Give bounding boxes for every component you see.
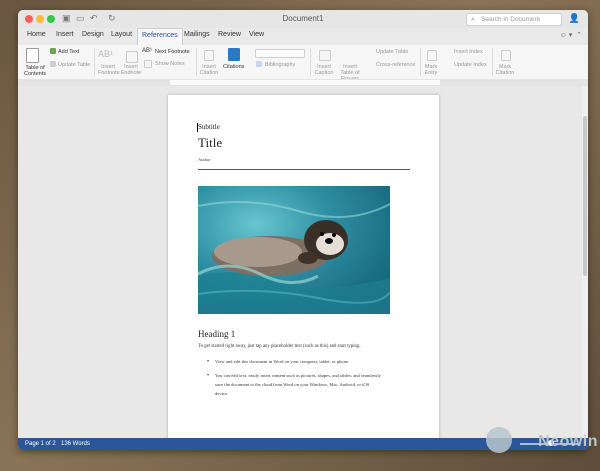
title-text[interactable]: Title bbox=[198, 135, 222, 151]
next-footnote-icon: AB¹ bbox=[142, 48, 153, 54]
bullet-item-2[interactable]: You can edit text; easily insert content… bbox=[215, 371, 381, 380]
bullet-icon: • bbox=[207, 359, 210, 365]
citations-icon bbox=[228, 48, 240, 61]
ribbon-tabs: Home Insert Design Layout References Mai… bbox=[18, 28, 588, 46]
bibliography-button[interactable]: Bibliography bbox=[265, 62, 295, 68]
insert-footnote-button[interactable]: Insert Footnote bbox=[98, 64, 120, 76]
search-input[interactable]: ⌕ Search in Document bbox=[466, 13, 562, 26]
mark-entry-button[interactable]: Mark Entry bbox=[423, 64, 439, 76]
tab-insert[interactable]: Insert bbox=[56, 31, 74, 38]
add-text-button[interactable]: Add Text bbox=[58, 49, 79, 55]
table-of-contents-button[interactable]: Table of Contents bbox=[22, 65, 48, 77]
vertical-scrollbar[interactable] bbox=[582, 86, 588, 438]
search-placeholder: Search in Document bbox=[481, 16, 540, 23]
ribbon-separator bbox=[310, 48, 311, 76]
body-paragraph[interactable]: To get started right away, just tap any … bbox=[198, 344, 361, 349]
smiley-icon[interactable]: ☺ ▾ ⌃ bbox=[560, 31, 582, 39]
tab-review[interactable]: Review bbox=[218, 31, 241, 38]
update-table-figures-button[interactable]: Update Table bbox=[376, 49, 408, 55]
tab-mailings[interactable]: Mailings bbox=[184, 31, 210, 38]
subtitle-text[interactable]: Subtitle bbox=[198, 123, 220, 131]
ribbon-separator bbox=[196, 48, 197, 76]
cross-reference-button[interactable]: Cross-reference bbox=[376, 62, 415, 68]
horizontal-ruler[interactable] bbox=[18, 79, 588, 86]
tab-references[interactable]: References bbox=[137, 28, 183, 45]
author-text[interactable]: Author bbox=[198, 157, 211, 162]
bullet-icon: • bbox=[207, 373, 210, 379]
insert-caption-button[interactable]: Insert Caption bbox=[314, 64, 334, 76]
ribbon-references: Table of Contents Add Text Update Table … bbox=[18, 45, 588, 82]
document-canvas[interactable]: Subtitle Title Author Heading 1 To get s… bbox=[18, 86, 582, 438]
add-text-icon bbox=[50, 48, 56, 54]
next-footnote-button[interactable]: Next Footnote bbox=[155, 49, 190, 55]
word-window: ▣ ▭ ↶ ↻ Document1 ⌕ Search in Document 👤… bbox=[18, 10, 588, 450]
footnote-icon: AB¹ bbox=[98, 49, 114, 59]
heading-1[interactable]: Heading 1 bbox=[198, 329, 235, 339]
mark-citation-icon bbox=[501, 50, 511, 61]
bullet-item-2-line-2[interactable]: save the document to the cloud from Word… bbox=[215, 380, 369, 389]
tab-view[interactable]: View bbox=[249, 31, 264, 38]
watermark-text: Neowin bbox=[538, 433, 598, 450]
search-icon: ⌕ bbox=[471, 16, 475, 23]
style-select[interactable] bbox=[255, 49, 305, 58]
mark-citation-button[interactable]: Mark Citation bbox=[495, 64, 515, 76]
insert-caption-icon bbox=[319, 50, 331, 61]
scrollbar-thumb[interactable] bbox=[583, 116, 587, 276]
page-count[interactable]: Page 1 of 2 bbox=[25, 441, 56, 447]
insert-citation-icon bbox=[204, 50, 214, 61]
show-notes-button[interactable]: Show Notes bbox=[155, 61, 185, 67]
update-table-button[interactable]: Update Table bbox=[58, 62, 90, 68]
sea-otter-illustration bbox=[198, 201, 390, 314]
endnote-icon bbox=[126, 51, 138, 63]
tab-design[interactable]: Design bbox=[82, 31, 104, 38]
ribbon-separator bbox=[94, 48, 95, 76]
bibliography-icon bbox=[256, 61, 262, 67]
title-bar: ▣ ▭ ↶ ↻ Document1 ⌕ Search in Document 👤 bbox=[18, 10, 588, 28]
ribbon-separator bbox=[420, 48, 421, 76]
citations-button[interactable]: Citations bbox=[223, 64, 244, 70]
ribbon-separator bbox=[492, 48, 493, 76]
insert-index-button[interactable]: Insert Index bbox=[454, 49, 483, 55]
tab-layout[interactable]: Layout bbox=[111, 31, 132, 38]
neowin-logo-icon bbox=[486, 427, 512, 453]
title-divider bbox=[198, 169, 410, 170]
word-count[interactable]: 136 Words bbox=[61, 441, 90, 447]
ruler-text-area bbox=[170, 80, 440, 85]
mark-entry-icon bbox=[427, 50, 437, 61]
tab-home[interactable]: Home bbox=[27, 31, 46, 38]
table-of-contents-icon bbox=[26, 48, 39, 63]
show-notes-icon bbox=[144, 60, 152, 68]
document-page[interactable]: Subtitle Title Author Heading 1 To get s… bbox=[168, 95, 439, 438]
update-index-button[interactable]: Update Index bbox=[454, 62, 487, 68]
share-icon[interactable]: 👤 bbox=[569, 13, 580, 24]
sea-otter-photo[interactable] bbox=[198, 186, 390, 314]
insert-citation-button[interactable]: Insert Citation bbox=[199, 64, 219, 76]
insert-endnote-button[interactable]: Insert Endnote bbox=[119, 64, 143, 76]
update-table-icon bbox=[50, 61, 56, 67]
bullet-item-1[interactable]: View and edit this document in Word on y… bbox=[215, 357, 349, 366]
bullet-item-2-line-3[interactable]: device. bbox=[215, 389, 228, 398]
